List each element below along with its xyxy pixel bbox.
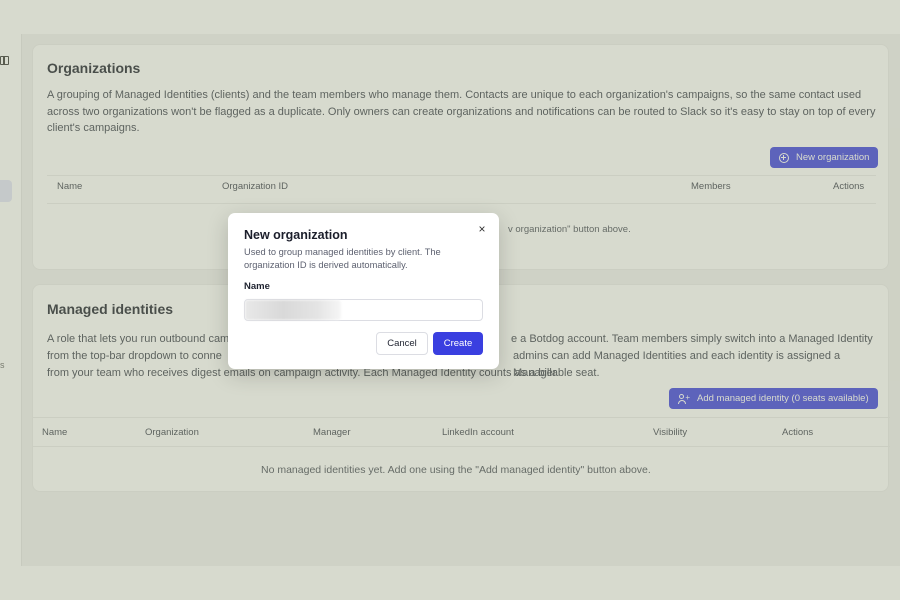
create-button[interactable]: Create — [433, 332, 483, 355]
new-organization-dialog: New organization × Used to group managed… — [228, 213, 499, 369]
redacted-input-value — [245, 300, 341, 320]
dialog-description: Used to group managed identities by clie… — [244, 247, 441, 270]
close-icon[interactable]: × — [475, 222, 489, 236]
dialog-title: New organization — [244, 228, 348, 242]
name-field-label: Name — [244, 281, 270, 292]
cancel-button[interactable]: Cancel — [376, 332, 428, 355]
